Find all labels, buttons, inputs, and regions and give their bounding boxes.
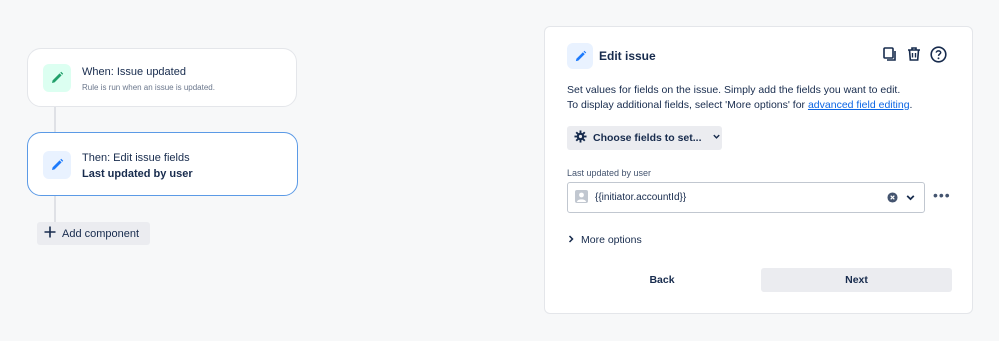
pencil-icon [43,151,71,179]
trigger-subtitle: Rule is run when an issue is updated. [82,83,215,92]
panel-title: Edit issue [599,49,656,63]
pencil-icon [567,43,593,69]
chevron-down-icon[interactable] [905,192,916,206]
more-options-toggle[interactable]: More options [567,234,642,246]
back-button[interactable]: Back [567,268,757,292]
connector-line [54,107,56,132]
plus-icon [44,226,56,241]
help-icon[interactable] [929,45,947,63]
add-component-button[interactable]: Add component [37,222,150,245]
description-line-1: Set values for fields on the issue. Simp… [567,84,901,96]
gear-icon [574,130,587,146]
action-detail: Last updated by user [82,168,193,180]
next-button[interactable]: Next [761,268,952,292]
pencil-icon [43,64,71,92]
chevron-down-icon [712,132,721,144]
last-updated-by-user-select[interactable]: {{initiator.accountId}} [567,182,925,213]
duplicate-icon[interactable] [881,45,899,63]
more-actions-icon[interactable]: ••• [933,187,951,203]
choose-fields-button[interactable]: Choose fields to set... [567,126,722,150]
trash-icon[interactable] [905,45,923,63]
avatar-icon [575,189,588,206]
clear-icon[interactable] [887,192,898,206]
connector-line [54,196,56,222]
field-value: {{initiator.accountId}} [595,192,687,203]
trigger-title: When: Issue updated [82,66,186,78]
add-component-label: Add component [62,227,140,240]
field-label: Last updated by user [567,168,652,178]
choose-fields-label: Choose fields to set... [593,132,702,144]
action-title: Then: Edit issue fields [82,152,190,164]
advanced-field-editing-link[interactable]: advanced field editing [808,99,910,111]
panel-actions [881,45,947,63]
panel-description: Set values for fields on the issue. Simp… [567,83,912,113]
chevron-right-icon [567,234,575,246]
more-options-label: More options [581,234,642,246]
description-line-2: To display additional fields, select 'Mo… [567,99,913,111]
edit-issue-panel: Edit issue Set values for fields on the … [544,26,973,314]
trigger-card[interactable]: When: Issue updated Rule is run when an … [27,48,297,107]
action-card[interactable]: Then: Edit issue fields Last updated by … [27,132,298,196]
